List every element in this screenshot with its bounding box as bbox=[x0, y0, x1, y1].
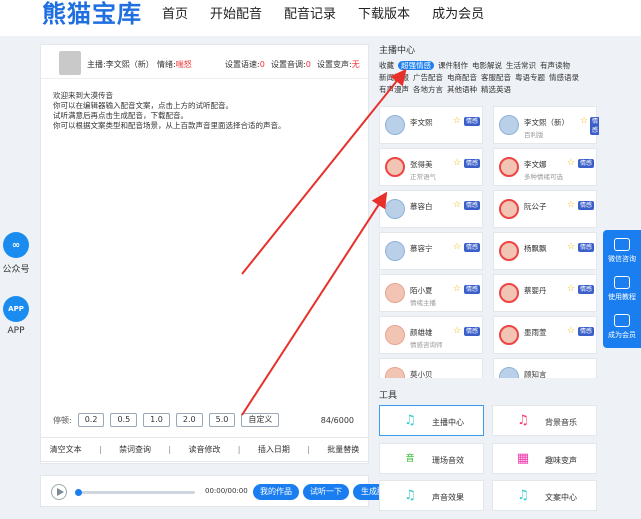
arrow-line bbox=[241, 191, 388, 416]
arrow-line bbox=[241, 68, 407, 275]
annotation-arrows bbox=[241, 68, 407, 416]
